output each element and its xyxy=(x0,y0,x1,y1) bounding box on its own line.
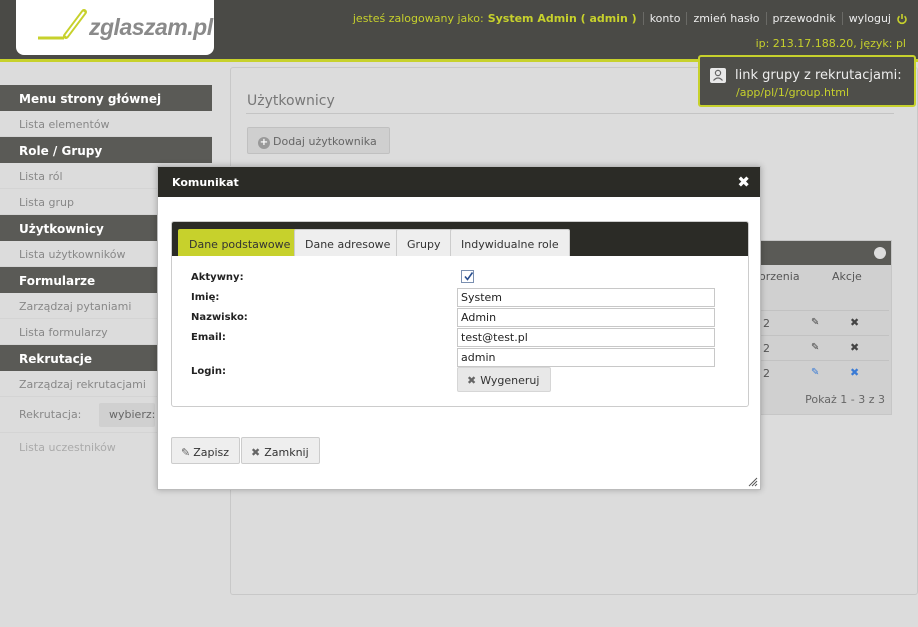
add-user-label: Dodaj użytkownika xyxy=(273,135,377,148)
resize-grip-icon[interactable] xyxy=(748,477,758,487)
delete-icon[interactable]: ✖ xyxy=(850,341,859,354)
change-password-link[interactable]: zmień hasło xyxy=(693,12,759,25)
logo[interactable]: zglaszam.pl xyxy=(16,0,214,55)
pencil-icon: ✎ xyxy=(181,446,191,459)
edit-icon[interactable]: ✎ xyxy=(811,367,819,378)
logged-in-prefix: jesteś zalogowany jako: xyxy=(352,12,484,25)
power-icon[interactable] xyxy=(896,13,908,25)
recruitment-label: Rekrutacja: xyxy=(19,408,82,421)
tab-groups[interactable]: Grupy xyxy=(396,229,452,256)
tab-individual-roles[interactable]: Indywidualne role xyxy=(450,229,570,256)
recruitment-select[interactable]: wybierz: xyxy=(99,403,155,427)
save-button[interactable]: ✎ Zapisz xyxy=(171,437,241,464)
top-header: zglaszam.pl jesteś zalogowany jako: Syst… xyxy=(0,0,918,62)
dialog-title: Komunikat xyxy=(172,176,239,189)
last-name-field[interactable] xyxy=(457,308,715,327)
table-row: 2 ✎ ✖ xyxy=(759,310,889,334)
user-name: System Admin ( admin ) xyxy=(487,12,637,25)
user-links: jesteś zalogowany jako: System Admin ( a… xyxy=(353,12,908,25)
edit-icon[interactable]: ✎ xyxy=(811,342,819,353)
table-row: 2 ✎ ✖ xyxy=(759,335,889,359)
dialog-header: Komunikat ✖ xyxy=(158,167,760,197)
column-header-date: orzenia xyxy=(759,270,800,283)
title-divider xyxy=(246,113,894,114)
row-date: 2 xyxy=(763,342,770,355)
pencil-logo-icon xyxy=(38,9,87,40)
tab-basic-data[interactable]: Dane podstawowe xyxy=(178,229,302,256)
first-name-label: Imię: xyxy=(191,292,220,303)
plus-icon: + xyxy=(258,137,270,149)
row-date: 2 xyxy=(763,317,770,330)
account-link[interactable]: konto xyxy=(650,12,681,25)
email-field[interactable] xyxy=(457,328,715,347)
group-link-url[interactable]: /app/pl/1/group.html xyxy=(736,86,849,99)
pagination-info: Pokaż 1 - 3 z 3 xyxy=(805,393,885,406)
last-name-label: Nazwisko: xyxy=(191,312,248,323)
login-field[interactable] xyxy=(457,348,715,367)
collapse-icon[interactable] xyxy=(874,247,886,259)
email-label: Email: xyxy=(191,332,226,343)
user-icon xyxy=(710,68,726,83)
active-checkbox[interactable] xyxy=(461,270,474,283)
group-link-popup: link grupy z rekrutacjami: /app/pl/1/gro… xyxy=(698,55,916,107)
group-link-title: link grupy z rekrutacjami: xyxy=(735,68,902,83)
close-label: Zamknij xyxy=(264,446,309,459)
active-label: Aktywny: xyxy=(191,272,244,283)
ip-language-info: ip: 213.17.188.20, język: pl xyxy=(755,37,906,50)
page-title: Użytkownicy xyxy=(247,93,335,109)
sidebar-item-elements-list[interactable]: Lista elementów xyxy=(0,111,212,137)
close-icon: ✖ xyxy=(467,374,477,387)
table-row: 2 ✎ ✖ xyxy=(759,360,889,384)
login-label: Login: xyxy=(191,366,226,377)
tabs-bar: Dane podstawowe Dane adresowe Grupy Indy… xyxy=(172,222,748,256)
delete-icon[interactable]: ✖ xyxy=(850,316,859,329)
row-date: 2 xyxy=(763,367,770,380)
first-name-field[interactable] xyxy=(457,288,715,307)
add-user-button[interactable]: + Dodaj użytkownika xyxy=(247,127,390,154)
sidebar-section-roles-groups: Role / Grupy xyxy=(0,137,212,163)
delete-icon[interactable]: ✖ xyxy=(850,366,859,379)
generate-label: Wygeneruj xyxy=(480,374,540,387)
close-button[interactable]: ✖ Zamknij xyxy=(241,437,320,464)
sidebar-section-homepage-menu: Menu strony głównej xyxy=(0,85,212,111)
user-edit-dialog: Komunikat ✖ Dane podstawowe Dane adresow… xyxy=(157,166,761,490)
tabs-container: Dane podstawowe Dane adresowe Grupy Indy… xyxy=(171,221,749,407)
tab-address-data[interactable]: Dane adresowe xyxy=(294,229,402,256)
logo-text: zglaszam.pl xyxy=(89,14,213,40)
edit-icon[interactable]: ✎ xyxy=(811,317,819,328)
column-header-actions: Akcje xyxy=(832,270,862,283)
save-label: Zapisz xyxy=(193,446,230,459)
generate-button[interactable]: ✖ Wygeneruj xyxy=(457,367,552,392)
close-icon: ✖ xyxy=(251,446,261,459)
logout-link[interactable]: wyloguj xyxy=(849,12,891,25)
close-icon[interactable]: ✖ xyxy=(737,173,750,191)
guide-link[interactable]: przewodnik xyxy=(773,12,836,25)
